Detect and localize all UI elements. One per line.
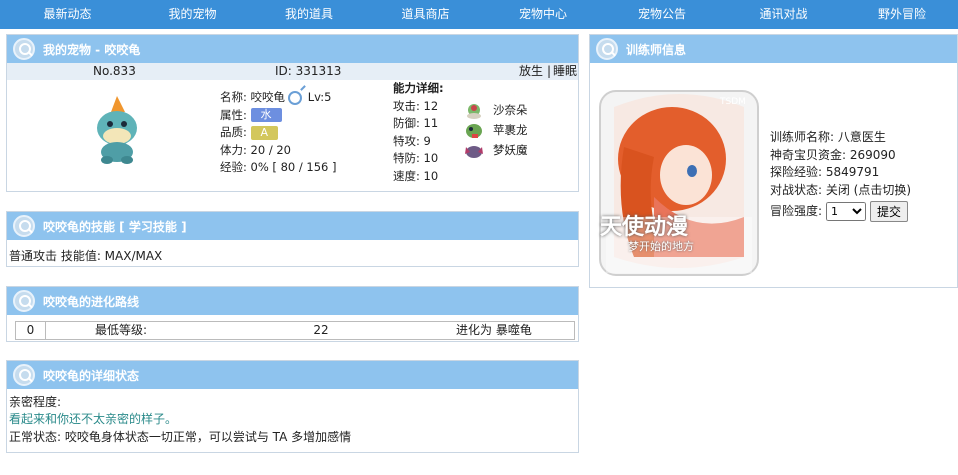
evolution-list: 沙奈朵 苹裹龙 梦妖魔: [461, 100, 528, 160]
trainer-exp: 探险经验: 5849791: [770, 165, 880, 179]
evolution-item[interactable]: 苹裹龙: [461, 120, 528, 140]
evo-row-target: 进化为 暴噬龟: [456, 323, 532, 337]
top-nav: 最新动态 我的宠物 我的道具 道具商店 宠物中心 宠物公告 通讯对战 野外冒险: [0, 0, 958, 29]
status-panel: 咬咬龟的详细状态 亲密程度: 看起来和你还不太亲密的样子。 正常状态: 咬咬龟身…: [6, 360, 579, 453]
evolution-panel: 咬咬龟的进化路线 0 最低等级: 22 进化为 暴噬龟: [6, 286, 579, 342]
pet-panel-title: 我的宠物 - 咬咬龟: [43, 42, 141, 57]
status-panel-title: 咬咬龟的详细状态: [43, 368, 140, 383]
nav-item-shop[interactable]: 道具商店: [368, 0, 483, 29]
evo-row-index: 0: [16, 322, 46, 339]
stats-title: 能力详细:: [393, 81, 444, 95]
attr-label: 属性:: [220, 107, 247, 122]
nav-latest[interactable]: 最新动态: [0, 0, 135, 29]
hp-label: 体力:: [220, 142, 247, 157]
trainer-panel-title: 训练师信息: [626, 42, 687, 57]
normal-status-text: 正常状态: 咬咬龟身体状态一切正常，可以尝试与 TA 多增加感情: [9, 430, 352, 444]
pet-panel: 我的宠物 - 咬咬龟 No.833 ID: 331313 放生 | 睡眠 名称:…: [6, 34, 579, 192]
pet-body: 名称: 咬咬龟 Lv:5 属性: 水 品质: A 体力: 20 / 20 经验:…: [7, 80, 578, 186]
pet-name: 咬咬龟: [250, 90, 286, 104]
nav-pet-center[interactable]: 宠物中心: [483, 0, 603, 29]
skills-title-suffix: ]: [181, 219, 187, 234]
evolution-name: 沙奈朵: [493, 103, 528, 117]
trainer-panel: 训练师信息 天使动漫 梦开始的地方 TSDM 训练师名称: 八意医生 神奇宝贝资…: [589, 34, 958, 288]
pokemon-icon: [466, 123, 482, 138]
exp-value: 0% [ 80 / 156 ]: [250, 160, 337, 174]
action-separator: |: [547, 64, 552, 78]
evolution-table-row: 0 最低等级: 22 进化为 暴噬龟: [15, 321, 575, 340]
intimacy-text: 看起来和你还不太亲密的样子。: [9, 412, 178, 426]
stat-sp-attack: 特攻: 9: [393, 133, 431, 148]
pet-stats: 能力详细: 攻击: 12 防御: 11 特攻: 9 特防: 10 速度: 10: [393, 80, 444, 185]
nav-my-pets[interactable]: 我的宠物: [135, 0, 250, 29]
exp-label: 经验:: [220, 160, 247, 174]
intensity-select[interactable]: 1: [826, 202, 867, 221]
quality-label: 品质:: [220, 125, 247, 139]
stat-speed: 速度: 10: [393, 168, 439, 183]
evolution-panel-header: 咬咬龟的进化路线: [7, 287, 578, 315]
skills-panel-title: 咬咬龟的技能 [ 学习技能 ]: [43, 218, 187, 235]
magnifier-icon: [596, 38, 618, 60]
intimacy-label: 亲密程度:: [9, 395, 62, 409]
pet-basic-info: 名称: 咬咬龟 Lv:5 属性: 水 品质: A 体力: 20 / 20 经验:…: [220, 89, 336, 177]
magnifier-icon: [13, 290, 35, 312]
magnifier-icon: [13, 38, 35, 60]
release-link[interactable]: 放生: [519, 63, 543, 80]
avatar-caption-sub: 梦开始的地方: [628, 240, 694, 253]
avatar-watermark: TSDM: [720, 97, 746, 107]
magnifier-icon: [13, 215, 35, 237]
pet-id: ID: 331313: [275, 64, 342, 78]
stat-attack: 攻击: 12: [393, 98, 439, 113]
magnifier-icon: [13, 364, 35, 386]
avatar-caption-main: 天使动漫: [600, 215, 689, 240]
nav-pet-notice[interactable]: 宠物公告: [603, 0, 721, 29]
status-panel-header: 咬咬龟的详细状态: [7, 361, 578, 389]
evolution-name: 苹裹龙: [493, 123, 528, 137]
evolution-item[interactable]: 梦妖魔: [461, 140, 528, 160]
sleep-link[interactable]: 睡眠: [553, 63, 577, 80]
pet-info-bar: No.833 ID: 331313 放生 | 睡眠: [7, 63, 578, 80]
nav-adventure[interactable]: 野外冒险: [846, 0, 958, 29]
stat-defense: 防御: 11: [393, 116, 439, 130]
pet-panel-header: 我的宠物 - 咬咬龟: [7, 35, 578, 63]
name-label: 名称:: [220, 90, 247, 104]
hp-value: 20 / 20: [250, 142, 291, 157]
nav-my-items[interactable]: 我的道具: [250, 0, 368, 29]
intensity-label: 冒险强度:: [770, 203, 823, 218]
pet-sprite-image: [97, 96, 137, 164]
pet-level: Lv:5: [307, 90, 332, 104]
nav-battle[interactable]: 通讯对战: [721, 0, 846, 29]
stat-sp-defense: 特防: 10: [393, 151, 439, 165]
skills-panel: 咬咬龟的技能 [ 学习技能 ] 普通攻击 技能值: MAX/MAX: [6, 211, 579, 267]
evo-row-label: 最低等级:: [94, 323, 148, 337]
male-icon: [288, 90, 303, 105]
submit-button[interactable]: 提交: [870, 201, 909, 222]
attr-badge: 水: [250, 108, 282, 122]
evolution-panel-title: 咬咬龟的进化路线: [43, 294, 140, 309]
pokemon-icon: [467, 103, 481, 119]
trainer-info: 训练师名称: 八意医生 神奇宝贝资金: 269090 探险经验: 5849791…: [770, 129, 911, 222]
pokemon-icon: [465, 145, 483, 158]
skill-line: 普通攻击 技能值: MAX/MAX: [9, 249, 163, 263]
evolution-name: 梦妖魔: [493, 143, 528, 157]
trainer-name: 训练师名称: 八意医生: [770, 130, 886, 144]
quality-badge: A: [250, 125, 279, 140]
pet-number: No.833: [93, 64, 136, 78]
battle-status-toggle[interactable]: 对战状态: 关闭 (点击切换): [770, 182, 911, 200]
evolution-item[interactable]: 沙奈朵: [461, 100, 528, 120]
skills-title-text: 咬咬龟的技能 [: [43, 219, 125, 234]
trainer-panel-header: 训练师信息: [590, 35, 957, 63]
learn-skill-link[interactable]: 学习技能: [129, 220, 177, 234]
skills-panel-header: 咬咬龟的技能 [ 学习技能 ]: [7, 212, 578, 240]
evo-row-level: 22: [313, 323, 329, 337]
trainer-money: 神奇宝贝资金: 269090: [770, 147, 896, 162]
